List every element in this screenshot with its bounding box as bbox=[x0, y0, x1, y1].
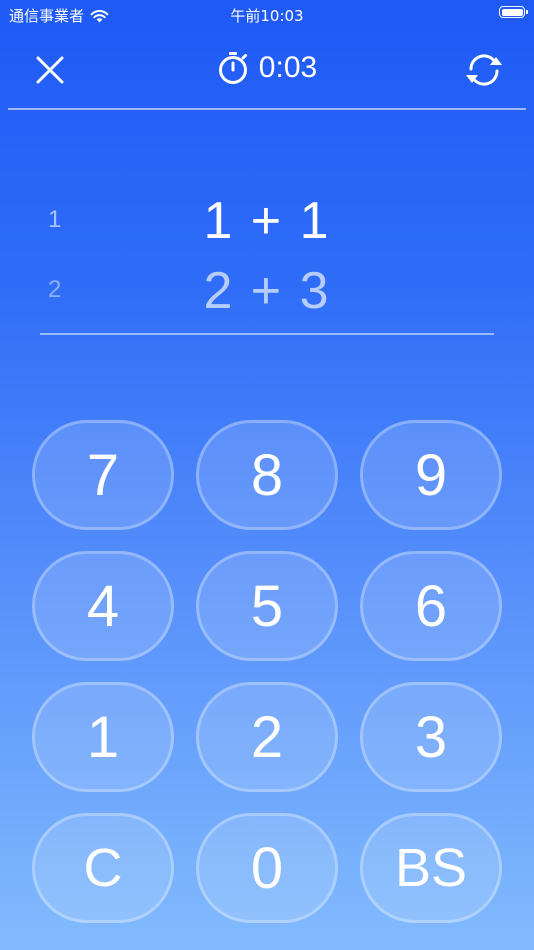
battery-icon bbox=[499, 6, 528, 18]
answer-divider bbox=[40, 333, 494, 335]
key-2[interactable]: 2 bbox=[196, 682, 338, 792]
backspace-button[interactable]: BS bbox=[360, 813, 502, 923]
key-0[interactable]: 0 bbox=[196, 813, 338, 923]
key-8[interactable]: 8 bbox=[196, 420, 338, 530]
problem-list: 1 1 + 1 2 2 + 3 bbox=[40, 184, 494, 324]
key-3[interactable]: 3 bbox=[360, 682, 502, 792]
key-5[interactable]: 5 bbox=[196, 551, 338, 661]
header: 0:03 bbox=[0, 38, 534, 98]
problem-row-next: 2 2 + 3 bbox=[40, 254, 494, 324]
key-6[interactable]: 6 bbox=[360, 551, 502, 661]
clear-button[interactable]: C bbox=[32, 813, 174, 923]
timer: 0:03 bbox=[0, 48, 534, 88]
problem-row-current: 1 1 + 1 bbox=[40, 184, 494, 254]
stopwatch-icon bbox=[218, 52, 247, 84]
problem-expression: 2 + 3 bbox=[203, 262, 331, 320]
key-9[interactable]: 9 bbox=[360, 420, 502, 530]
key-7[interactable]: 7 bbox=[32, 420, 174, 530]
battery-level bbox=[501, 8, 523, 16]
restart-button[interactable] bbox=[462, 48, 506, 92]
timer-value: 0:03 bbox=[258, 51, 318, 84]
problem-expression: 1 + 1 bbox=[203, 192, 331, 250]
number-keypad: 7 8 9 4 5 6 1 2 3 C 0 BS bbox=[32, 420, 502, 923]
status-time: 午前10:03 bbox=[230, 7, 304, 25]
restart-icon bbox=[466, 54, 502, 86]
header-divider bbox=[8, 108, 526, 110]
status-bar: 通信事業者 午前10:03 bbox=[0, 0, 534, 30]
key-4[interactable]: 4 bbox=[32, 551, 174, 661]
key-1[interactable]: 1 bbox=[32, 682, 174, 792]
